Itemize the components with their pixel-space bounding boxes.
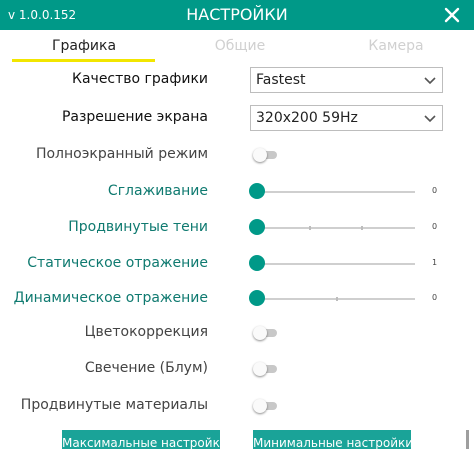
static-reflection-slider[interactable] (249, 255, 417, 273)
page-title: НАСТРОЙКИ (186, 5, 288, 24)
color-correction-toggle[interactable] (253, 326, 277, 340)
min-settings-button[interactable]: Минимальные настройки (253, 430, 411, 449)
setting-color-correction: Цветокоррекция (0, 316, 474, 350)
close-icon (444, 7, 460, 23)
scrollbar[interactable] (466, 430, 469, 449)
tab-graphics[interactable]: Графика (4, 38, 164, 54)
dynamic-reflection-slider[interactable] (249, 290, 417, 308)
advanced-shadows-slider[interactable] (249, 219, 417, 237)
toggle-knob (253, 326, 267, 340)
slider-track (257, 297, 415, 301)
tab-general[interactable]: Общие (160, 38, 320, 54)
chevron-down-icon (424, 115, 436, 123)
slider-tick (336, 297, 338, 301)
static-reflection-label: Статическое отражение (27, 255, 208, 271)
advanced-materials-toggle[interactable] (253, 399, 277, 413)
resolution-select[interactable]: 320x200 59Hz (250, 105, 443, 131)
graphics-quality-value: Fastest (256, 72, 306, 88)
graphics-quality-select[interactable]: Fastest (250, 67, 443, 93)
bloom-toggle[interactable] (253, 362, 277, 376)
slider-thumb[interactable] (249, 290, 265, 306)
setting-advanced-materials: Продвинутые материалы (0, 389, 474, 423)
slider-thumb[interactable] (249, 255, 265, 271)
antialiasing-label: Сглаживание (107, 183, 208, 199)
advanced-shadows-label: Продвинутые тени (68, 219, 208, 235)
tab-bar: Графика Общие Камера (0, 30, 474, 62)
setting-fullscreen: Полноэкранный режим (0, 138, 474, 172)
setting-static-reflection: Статическое отражение 1 (0, 247, 474, 281)
antialiasing-value: 0 (432, 186, 438, 195)
setting-graphics-quality: Качество графики Fastest (0, 63, 474, 97)
active-tab-indicator (12, 59, 155, 62)
slider-tick (361, 226, 364, 230)
toggle-knob (253, 399, 267, 413)
resolution-value: 320x200 59Hz (256, 110, 358, 126)
close-button[interactable] (438, 1, 466, 29)
resolution-label: Разрешение экрана (61, 109, 208, 125)
slider-track (257, 191, 415, 193)
slider-thumb[interactable] (249, 183, 265, 199)
bloom-label: Свечение (Блум) (84, 360, 208, 376)
tab-camera[interactable]: Камера (316, 38, 474, 54)
setting-antialiasing: Сглаживание 0 (0, 175, 474, 209)
title-bar: v 1.0.0.152 НАСТРОЙКИ (0, 0, 474, 30)
slider-track (257, 263, 415, 265)
antialiasing-slider[interactable] (249, 183, 417, 201)
toggle-knob (253, 362, 267, 376)
color-correction-label: Цветокоррекция (84, 324, 208, 340)
setting-bloom: Свечение (Блум) (0, 352, 474, 386)
setting-advanced-shadows: Продвинутые тени 0 (0, 211, 474, 245)
fullscreen-label: Полноэкранный режим (35, 146, 208, 162)
static-reflection-value: 1 (432, 258, 438, 267)
setting-dynamic-reflection: Динамическое отражение 0 (0, 282, 474, 316)
dynamic-reflection-value: 0 (432, 293, 438, 302)
slider-thumb[interactable] (249, 219, 265, 235)
advanced-materials-label: Продвинутые материалы (20, 397, 208, 413)
slider-track (257, 226, 415, 230)
graphics-quality-label: Качество графики (72, 71, 208, 87)
chevron-down-icon (424, 77, 436, 85)
dynamic-reflection-label: Динамическое отражение (13, 290, 208, 306)
fullscreen-toggle[interactable] (253, 148, 277, 162)
toggle-knob (253, 148, 267, 162)
max-settings-button[interactable]: Максимальные настройки (62, 430, 220, 449)
setting-resolution: Разрешение экрана 320x200 59Hz (0, 101, 474, 135)
slider-tick (309, 226, 312, 230)
advanced-shadows-value: 0 (432, 222, 438, 231)
